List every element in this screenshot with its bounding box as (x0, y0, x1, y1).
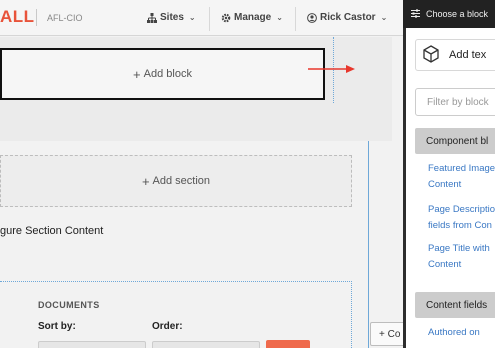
red-arrow-annotation (308, 65, 355, 73)
order-label: Order: (152, 321, 183, 332)
filter-blocks-input[interactable] (415, 88, 495, 116)
add-section-button[interactable]: + Add section (0, 155, 352, 207)
manage-menu[interactable]: Manage ⌄ (221, 12, 283, 23)
chevron-down-icon: ⌄ (380, 13, 388, 22)
add-text-button[interactable]: Add tex (415, 39, 495, 71)
brand-logo[interactable]: ALL (0, 7, 35, 27)
add-section-label: Add section (152, 175, 211, 187)
top-toolbar: ALL AFL-CIO Sites ⌄ Manage ⌄ Rick Castor… (0, 0, 403, 36)
chevron-down-icon: ⌄ (188, 13, 196, 22)
sort-by-select[interactable] (38, 341, 146, 348)
cube-icon (422, 44, 440, 66)
block-region: + Add block (0, 37, 392, 141)
nav-divider (209, 7, 210, 31)
gear-icon (221, 13, 231, 23)
plus-icon: + (141, 173, 150, 189)
sort-by-label: Sort by: (38, 321, 76, 332)
add-block-label: Add block (143, 68, 192, 80)
documents-block: DOCUMENTS Sort by: Order: (0, 281, 352, 348)
sites-menu[interactable]: Sites ⌄ (147, 12, 196, 23)
documents-title: DOCUMENTS (38, 300, 100, 310)
sites-menu-label: Sites (160, 12, 184, 23)
chevron-down-icon: ⌄ (276, 13, 283, 22)
sitemap-icon (147, 12, 157, 23)
add-block-button[interactable]: + Add block (0, 48, 325, 100)
region-outline (368, 141, 369, 348)
block-link-authored-on[interactable]: Authored on (428, 325, 495, 341)
block-link-page-title[interactable]: Page Title with Content (428, 241, 495, 273)
brand-divider (36, 9, 37, 26)
apply-button[interactable] (266, 340, 310, 348)
category-component-blocks[interactable]: Component bl (415, 128, 495, 154)
add-content-button[interactable]: + Co (370, 322, 406, 346)
section-region: + Add section gure Section Content DOCUM… (0, 141, 392, 348)
sliders-icon (411, 5, 420, 23)
sidebar-header: Choose a block (403, 0, 495, 28)
nav-divider (295, 7, 296, 31)
block-link-featured-image[interactable]: Featured Image Content (428, 161, 495, 193)
category-content-fields[interactable]: Content fields (415, 292, 495, 318)
user-menu-label: Rick Castor (320, 12, 376, 23)
sidebar-title: Choose a block (426, 9, 489, 19)
plus-icon: + (133, 66, 141, 82)
sidebar-panel: Add tex Component bl Featured Image Cont… (406, 28, 495, 348)
block-link-page-description[interactable]: Page Descriptio fields from Con (428, 202, 495, 234)
user-icon (307, 12, 317, 23)
user-menu[interactable]: Rick Castor ⌄ (307, 12, 387, 23)
org-name: AFL-CIO (47, 13, 83, 23)
add-text-label: Add tex (449, 49, 487, 61)
choose-block-sidebar: Choose a block Add tex Component bl Feat… (403, 0, 495, 348)
layout-builder-canvas: + Add block + Add section gure Section C… (0, 37, 403, 348)
configure-section-link[interactable]: gure Section Content (0, 225, 103, 237)
order-select[interactable] (152, 341, 260, 348)
manage-menu-label: Manage (234, 12, 272, 23)
